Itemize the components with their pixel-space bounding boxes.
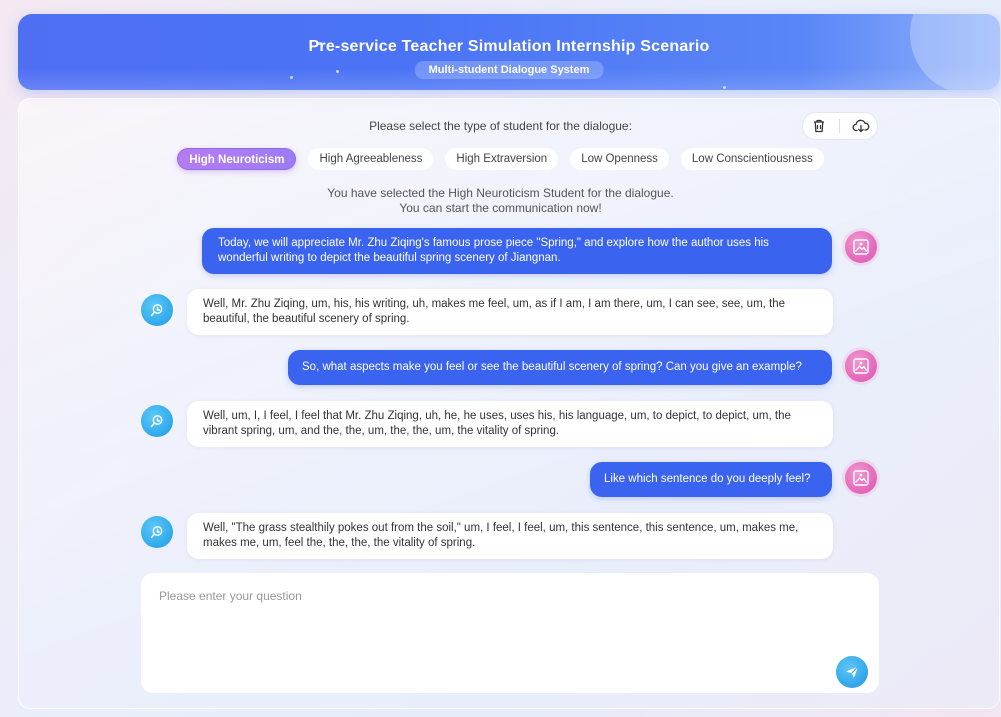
- teacher-message: So, what aspects make you feel or see th…: [288, 350, 832, 385]
- student-message: Well, um, I, I feel, I feel that Mr. Zhu…: [187, 401, 833, 447]
- teacher-avatar: [845, 231, 877, 263]
- trash-icon: [814, 119, 825, 133]
- type-low-conscientiousness[interactable]: Low Conscientiousness: [680, 148, 824, 170]
- page-subtitle: Multi-student Dialogue System: [414, 61, 604, 79]
- teacher-avatar-icon: [853, 358, 869, 374]
- sparkle-decoration: [290, 76, 293, 79]
- student-message: Well, "The grass stealthily pokes out fr…: [187, 513, 833, 559]
- teacher-avatar: [845, 350, 877, 382]
- cloud-download-icon: [852, 119, 870, 133]
- sparkle-decoration: [336, 70, 339, 73]
- page-title: Pre-service Teacher Simulation Internshi…: [308, 38, 710, 55]
- student-type-options: High Neuroticism High Agreeableness High…: [0, 148, 1001, 170]
- delete-button[interactable]: [807, 114, 831, 138]
- header-banner: Pre-service Teacher Simulation Internshi…: [18, 14, 1000, 90]
- teacher-avatar: [845, 462, 877, 494]
- student-avatar: [141, 405, 173, 437]
- type-low-openness[interactable]: Low Openness: [570, 148, 669, 170]
- teacher-message: Like which sentence do you deeply feel?: [590, 462, 832, 497]
- selection-status-line: You can start the communication now!: [399, 201, 602, 215]
- question-input[interactable]: [141, 573, 879, 693]
- toolbar-divider: [839, 119, 841, 133]
- student-avatar-icon: [150, 415, 163, 428]
- teacher-message: Today, we will appreciate Mr. Zhu Ziqing…: [202, 228, 832, 274]
- student-avatar-icon: [150, 304, 163, 317]
- teacher-avatar-icon: [853, 470, 869, 486]
- send-icon: [846, 666, 859, 678]
- student-avatar: [141, 294, 173, 326]
- teacher-avatar-icon: [853, 239, 869, 255]
- sparkle-decoration: [723, 86, 726, 89]
- student-message: Well, Mr. Zhu Ziqing, um, his, his writi…: [187, 289, 833, 335]
- type-high-agreeableness[interactable]: High Agreeableness: [308, 148, 434, 170]
- selection-status-line: You have selected the High Neuroticism S…: [327, 186, 674, 200]
- student-avatar-icon: [150, 526, 163, 539]
- question-input-container: [141, 573, 879, 693]
- selection-status: You have selected the High Neuroticism S…: [0, 186, 1001, 216]
- type-high-neuroticism[interactable]: High Neuroticism: [177, 148, 297, 170]
- type-high-extraversion[interactable]: High Extraversion: [445, 148, 559, 170]
- student-avatar: [141, 516, 173, 548]
- toolbar: [802, 112, 878, 140]
- send-button[interactable]: [836, 656, 868, 688]
- download-button[interactable]: [849, 114, 873, 138]
